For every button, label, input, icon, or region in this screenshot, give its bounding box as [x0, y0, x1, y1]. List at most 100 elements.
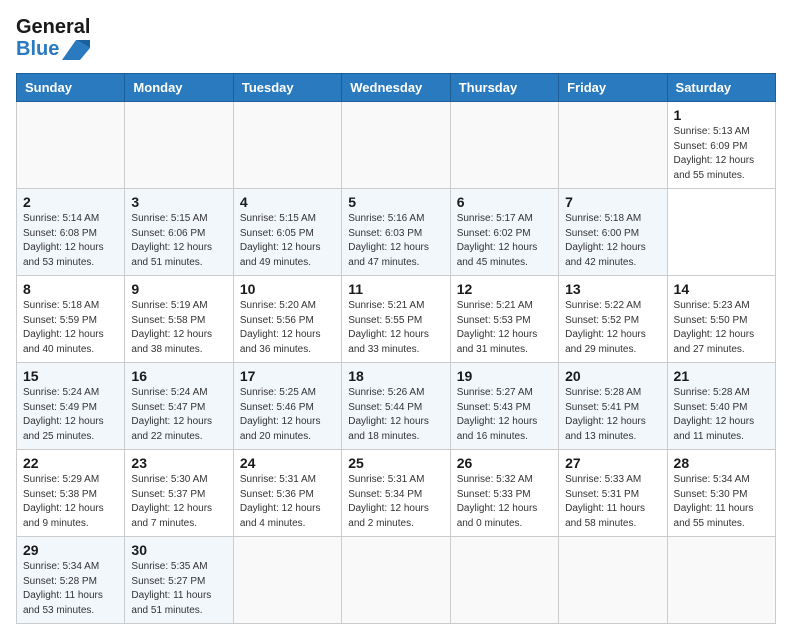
day-number: 29 [23, 542, 118, 558]
day-number: 10 [240, 281, 335, 297]
day-number: 18 [348, 368, 443, 384]
calendar-cell: 16 Sunrise: 5:24 AMSunset: 5:47 PMDayligh… [125, 363, 233, 450]
day-number: 2 [23, 194, 118, 210]
calendar-cell [342, 537, 450, 624]
day-info: Sunrise: 5:15 AMSunset: 6:05 PMDaylight:… [240, 213, 321, 268]
day-info: Sunrise: 5:33 AMSunset: 5:31 PMDaylight:… [565, 474, 645, 529]
day-info: Sunrise: 5:23 AMSunset: 5:50 PMDaylight:… [674, 300, 755, 355]
calendar-cell [450, 537, 558, 624]
calendar-cell: 4 Sunrise: 5:15 AMSunset: 6:05 PMDaylight… [233, 189, 341, 276]
logo-blue: Blue [16, 38, 59, 61]
calendar-cell [342, 102, 450, 189]
day-number: 30 [131, 542, 226, 558]
page-header: General Blue [16, 16, 776, 61]
calendar-cell: 5 Sunrise: 5:16 AMSunset: 6:03 PMDaylight… [342, 189, 450, 276]
logo: General Blue [16, 16, 90, 61]
calendar-cell: 6Sunrise: 5:17 AMSunset: 6:02 PMDaylight… [450, 189, 558, 276]
calendar-cell: 25 Sunrise: 5:31 AMSunset: 5:34 PMDayligh… [342, 450, 450, 537]
calendar-week-4: 22 Sunrise: 5:29 AMSunset: 5:38 PMDayligh… [17, 450, 776, 537]
day-number: 7 [565, 194, 660, 210]
calendar-cell: 8Sunrise: 5:18 AMSunset: 5:59 PMDaylight… [17, 276, 125, 363]
col-header-saturday: Saturday [667, 74, 775, 102]
calendar-week-1: 2 Sunrise: 5:14 AMSunset: 6:08 PMDaylight… [17, 189, 776, 276]
day-info: Sunrise: 5:29 AMSunset: 5:38 PMDaylight:… [23, 474, 104, 529]
calendar-cell: 3 Sunrise: 5:15 AMSunset: 6:06 PMDaylight… [125, 189, 233, 276]
calendar-cell: 7 Sunrise: 5:18 AMSunset: 6:00 PMDaylight… [559, 189, 667, 276]
day-info: Sunrise: 5:28 AMSunset: 5:41 PMDaylight:… [565, 387, 646, 442]
col-header-tuesday: Tuesday [233, 74, 341, 102]
day-number: 14 [674, 281, 769, 297]
day-info: Sunrise: 5:21 AMSunset: 5:53 PMDaylight:… [457, 300, 538, 355]
calendar-cell [667, 537, 775, 624]
day-number: 20 [565, 368, 660, 384]
day-info: Sunrise: 5:18 AMSunset: 5:59 PMDaylight:… [23, 300, 104, 355]
day-number: 9 [131, 281, 226, 297]
calendar-cell: 20 Sunrise: 5:28 AMSunset: 5:41 PMDayligh… [559, 363, 667, 450]
day-info: Sunrise: 5:28 AMSunset: 5:40 PMDaylight:… [674, 387, 755, 442]
calendar-cell: 12 Sunrise: 5:21 AMSunset: 5:53 PMDayligh… [450, 276, 558, 363]
calendar-cell: 24 Sunrise: 5:31 AMSunset: 5:36 PMDayligh… [233, 450, 341, 537]
calendar-cell: 28Sunrise: 5:34 AMSunset: 5:30 PMDayligh… [667, 450, 775, 537]
day-number: 1 [674, 107, 769, 123]
day-number: 23 [131, 455, 226, 471]
calendar-cell: 26Sunrise: 5:32 AMSunset: 5:33 PMDayligh… [450, 450, 558, 537]
day-number: 21 [674, 368, 769, 384]
day-number: 13 [565, 281, 660, 297]
calendar-cell: 14 Sunrise: 5:23 AMSunset: 5:50 PMDayligh… [667, 276, 775, 363]
calendar-cell: 10 Sunrise: 5:20 AMSunset: 5:56 PMDayligh… [233, 276, 341, 363]
day-number: 12 [457, 281, 552, 297]
calendar-cell [17, 102, 125, 189]
calendar-cell: 27 Sunrise: 5:33 AMSunset: 5:31 PMDayligh… [559, 450, 667, 537]
day-info: Sunrise: 5:13 AMSunset: 6:09 PMDaylight:… [674, 126, 755, 181]
day-info: Sunrise: 5:30 AMSunset: 5:37 PMDaylight:… [131, 474, 212, 529]
day-info: Sunrise: 5:34 AMSunset: 5:28 PMDaylight:… [23, 561, 103, 616]
day-info: Sunrise: 5:20 AMSunset: 5:56 PMDaylight:… [240, 300, 321, 355]
day-number: 16 [131, 368, 226, 384]
day-info: Sunrise: 5:32 AMSunset: 5:33 PMDaylight:… [457, 474, 538, 529]
calendar-cell: 29 Sunrise: 5:34 AMSunset: 5:28 PMDayligh… [17, 537, 125, 624]
day-info: Sunrise: 5:22 AMSunset: 5:52 PMDaylight:… [565, 300, 646, 355]
day-info: Sunrise: 5:21 AMSunset: 5:55 PMDaylight:… [348, 300, 429, 355]
calendar-cell [450, 102, 558, 189]
calendar-cell [233, 102, 341, 189]
calendar-week-0: 1 Sunrise: 5:13 AMSunset: 6:09 PMDaylight… [17, 102, 776, 189]
day-info: Sunrise: 5:31 AMSunset: 5:34 PMDaylight:… [348, 474, 429, 529]
calendar-cell [233, 537, 341, 624]
col-header-friday: Friday [559, 74, 667, 102]
calendar-table: SundayMondayTuesdayWednesdayThursdayFrid… [16, 73, 776, 624]
day-number: 19 [457, 368, 552, 384]
day-number: 25 [348, 455, 443, 471]
day-number: 22 [23, 455, 118, 471]
col-header-thursday: Thursday [450, 74, 558, 102]
day-info: Sunrise: 5:31 AMSunset: 5:36 PMDaylight:… [240, 474, 321, 529]
day-number: 27 [565, 455, 660, 471]
day-info: Sunrise: 5:19 AMSunset: 5:58 PMDaylight:… [131, 300, 212, 355]
day-info: Sunrise: 5:16 AMSunset: 6:03 PMDaylight:… [348, 213, 429, 268]
calendar-cell: 1 Sunrise: 5:13 AMSunset: 6:09 PMDaylight… [667, 102, 775, 189]
calendar-week-5: 29 Sunrise: 5:34 AMSunset: 5:28 PMDayligh… [17, 537, 776, 624]
day-number: 4 [240, 194, 335, 210]
day-number: 17 [240, 368, 335, 384]
logo-icon [62, 40, 90, 60]
day-info: Sunrise: 5:15 AMSunset: 6:06 PMDaylight:… [131, 213, 212, 268]
calendar-cell [559, 102, 667, 189]
col-header-wednesday: Wednesday [342, 74, 450, 102]
day-number: 5 [348, 194, 443, 210]
day-info: Sunrise: 5:14 AMSunset: 6:08 PMDaylight:… [23, 213, 104, 268]
calendar-cell: 13 Sunrise: 5:22 AMSunset: 5:52 PMDayligh… [559, 276, 667, 363]
day-info: Sunrise: 5:24 AMSunset: 5:47 PMDaylight:… [131, 387, 212, 442]
calendar-week-3: 15Sunrise: 5:24 AMSunset: 5:49 PMDayligh… [17, 363, 776, 450]
day-number: 24 [240, 455, 335, 471]
calendar-cell: 2 Sunrise: 5:14 AMSunset: 6:08 PMDaylight… [17, 189, 125, 276]
day-info: Sunrise: 5:24 AMSunset: 5:49 PMDaylight:… [23, 387, 104, 442]
calendar-cell: 11Sunrise: 5:21 AMSunset: 5:55 PMDayligh… [342, 276, 450, 363]
day-info: Sunrise: 5:18 AMSunset: 6:00 PMDaylight:… [565, 213, 646, 268]
logo-general: General [16, 16, 90, 38]
day-info: Sunrise: 5:17 AMSunset: 6:02 PMDaylight:… [457, 213, 538, 268]
calendar-cell: 21 Sunrise: 5:28 AMSunset: 5:40 PMDayligh… [667, 363, 775, 450]
calendar-cell [559, 537, 667, 624]
calendar-cell [125, 102, 233, 189]
calendar-cell: 9 Sunrise: 5:19 AMSunset: 5:58 PMDaylight… [125, 276, 233, 363]
day-number: 3 [131, 194, 226, 210]
calendar-week-2: 8Sunrise: 5:18 AMSunset: 5:59 PMDaylight… [17, 276, 776, 363]
